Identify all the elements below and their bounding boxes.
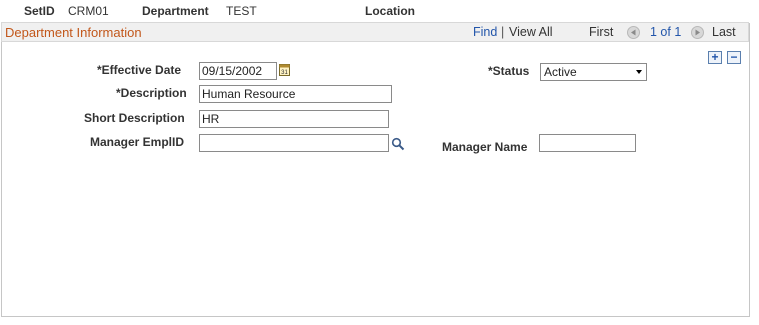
effective-date-field[interactable] <box>199 62 277 80</box>
find-link[interactable]: Find <box>473 25 497 39</box>
effective-date-label: *Effective Date <box>97 63 182 77</box>
status-select-value: Active <box>544 65 577 79</box>
last-label: Last <box>712 25 736 39</box>
magnifier-lookup-icon[interactable] <box>391 137 405 151</box>
view-all-link[interactable]: View All <box>509 25 553 39</box>
setid-label: SetID <box>24 4 55 18</box>
left-arrow-circle-icon[interactable] <box>627 26 640 39</box>
chevron-down-icon <box>636 70 642 74</box>
description-label: *Description <box>116 86 187 100</box>
department-label: Department <box>142 4 209 18</box>
department-value: TEST <box>226 4 257 18</box>
manager-emplid-label: Manager EmplID <box>90 135 185 149</box>
setid-value: CRM01 <box>68 4 109 18</box>
status-label: *Status <box>488 64 530 78</box>
manager-name-field[interactable] <box>539 134 636 152</box>
svg-text:31: 31 <box>281 70 288 76</box>
delete-row-button[interactable]: − <box>727 51 741 64</box>
add-row-button[interactable]: + <box>708 51 722 64</box>
right-arrow-circle-icon[interactable] <box>691 26 704 39</box>
status-select[interactable]: Active <box>540 63 647 81</box>
page-indicator: 1 of 1 <box>650 25 682 39</box>
location-label: Location <box>365 4 415 18</box>
description-field[interactable] <box>199 85 392 103</box>
calendar-icon[interactable]: 31 <box>279 63 290 76</box>
short-description-label: Short Description <box>84 111 185 125</box>
manager-emplid-field[interactable] <box>199 134 389 152</box>
first-label: First <box>589 25 614 39</box>
short-description-field[interactable] <box>199 110 389 128</box>
panel-title: Department Information <box>5 25 142 40</box>
nav-separator: | <box>501 25 505 39</box>
manager-name-label: Manager Name <box>442 140 528 154</box>
